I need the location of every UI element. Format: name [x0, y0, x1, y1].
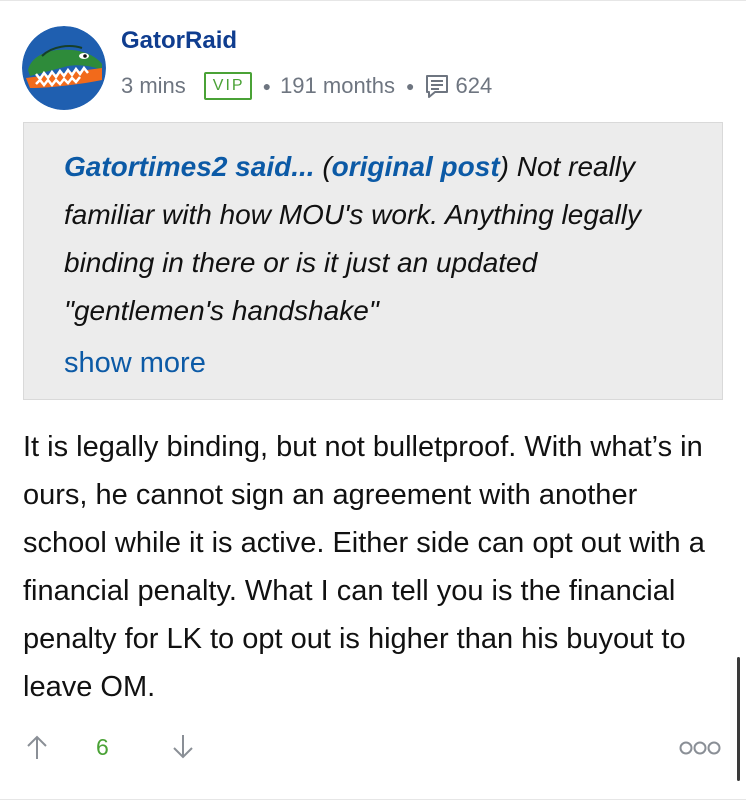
original-post-link[interactable]: original post: [332, 151, 500, 182]
forum-post: GatorRaid 3 mins VIP ● 191 months ● 624 …: [0, 0, 746, 800]
vip-badge: VIP: [203, 72, 252, 100]
comments-icon: [425, 75, 448, 98]
arrow-up-icon[interactable]: [25, 734, 49, 760]
scrollbar[interactable]: [737, 657, 740, 781]
separator-dot: ●: [406, 78, 415, 94]
quote-author[interactable]: Gatortimes2 said...: [64, 151, 315, 182]
comment-count: 624: [455, 73, 493, 98]
more-options-icon[interactable]: [679, 740, 721, 756]
show-more-link[interactable]: show more: [64, 347, 206, 380]
username[interactable]: GatorRaid: [121, 27, 237, 55]
post-body: It is legally binding, but not bulletpro…: [23, 431, 705, 703]
gator-logo-icon: [22, 26, 106, 110]
avatar[interactable]: [22, 26, 106, 110]
timestamp: 3 mins: [121, 73, 186, 98]
quote-text-block: Gatortimes2 said... (original post) Not …: [64, 151, 641, 326]
vote-count: 6: [96, 734, 109, 760]
separator-dot: ●: [262, 78, 272, 94]
post-meta: 3 mins VIP ● 191 months ● 624: [121, 71, 492, 101]
quoted-post: Gatortimes2 said... (original post) Not …: [23, 122, 723, 400]
arrow-down-icon[interactable]: [171, 734, 195, 760]
membership-length: 191 months: [280, 73, 396, 98]
